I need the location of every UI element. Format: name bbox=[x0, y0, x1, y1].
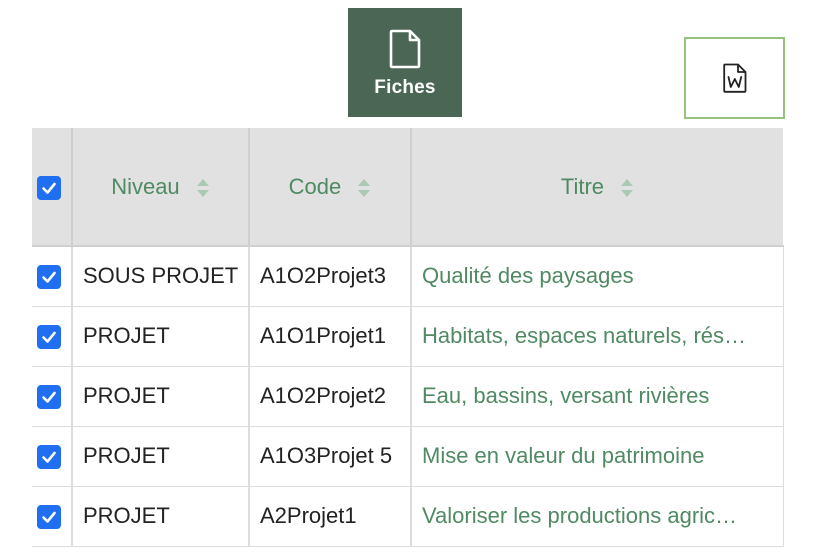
cell-code: A1O2Projet3 bbox=[249, 246, 412, 307]
cell-code: A1O2Projet2 bbox=[249, 366, 412, 427]
cell-niveau: PROJET bbox=[72, 366, 250, 427]
cell-titre-link[interactable]: Eau, bassins, versant rivières bbox=[411, 366, 784, 427]
row-checkbox[interactable] bbox=[37, 265, 61, 290]
row-checkbox[interactable] bbox=[37, 325, 61, 350]
column-header-titre[interactable]: Titre bbox=[411, 128, 783, 247]
row-checkbox[interactable] bbox=[37, 385, 61, 410]
row-select-cell bbox=[32, 306, 73, 367]
column-header-niveau[interactable]: Niveau bbox=[72, 128, 250, 247]
word-export-button[interactable] bbox=[684, 37, 785, 119]
column-header-code[interactable]: Code bbox=[249, 128, 412, 247]
column-header-code-label: Code bbox=[288, 173, 342, 199]
table-row[interactable]: PROJET A1O1Projet1 Habitats, espaces nat… bbox=[32, 306, 784, 367]
cell-code: A2Projet1 bbox=[249, 486, 412, 547]
cell-niveau: PROJET bbox=[72, 486, 250, 547]
table-row[interactable]: PROJET A1O2Projet2 Eau, bassins, versant… bbox=[32, 366, 784, 427]
fiches-button[interactable]: Fiches bbox=[348, 8, 462, 117]
sort-icon[interactable] bbox=[357, 178, 371, 198]
row-checkbox[interactable] bbox=[37, 445, 61, 470]
cell-titre-link[interactable]: Habitats, espaces naturels, rés… bbox=[411, 306, 784, 367]
sort-icon[interactable] bbox=[196, 178, 210, 198]
table-row[interactable]: PROJET A1O3Projet 5 Mise en valeur du pa… bbox=[32, 426, 784, 487]
checkmark-icon bbox=[42, 451, 56, 463]
checkmark-icon bbox=[42, 182, 56, 194]
column-header-niveau-label: Niveau bbox=[111, 173, 180, 199]
checkmark-icon bbox=[42, 272, 56, 284]
row-select-cell bbox=[32, 426, 73, 487]
document-icon bbox=[389, 29, 421, 68]
projects-table: Niveau Code Titre SOUS PROJET A1O2Projet… bbox=[32, 128, 784, 547]
cell-niveau: PROJET bbox=[72, 306, 250, 367]
cell-titre-link[interactable]: Mise en valeur du patrimoine bbox=[411, 426, 784, 487]
select-all-checkbox[interactable] bbox=[37, 175, 61, 200]
cell-titre-link[interactable]: Qualité des paysages bbox=[411, 246, 784, 307]
table-header-row: Niveau Code Titre bbox=[32, 128, 783, 247]
select-all-cell bbox=[32, 128, 73, 247]
fiches-label: Fiches bbox=[374, 76, 436, 98]
checkmark-icon bbox=[42, 511, 56, 523]
word-document-icon bbox=[722, 63, 746, 93]
checkmark-icon bbox=[42, 331, 56, 343]
column-header-titre-label: Titre bbox=[560, 173, 605, 199]
row-select-cell bbox=[32, 246, 73, 307]
row-checkbox[interactable] bbox=[37, 505, 61, 530]
table-row[interactable]: SOUS PROJET A1O2Projet3 Qualité des pays… bbox=[32, 246, 784, 307]
cell-niveau: PROJET bbox=[72, 426, 250, 487]
table-row[interactable]: PROJET A2Projet1 Valoriser les productio… bbox=[32, 486, 784, 547]
cell-code: A1O3Projet 5 bbox=[249, 426, 412, 487]
row-select-cell bbox=[32, 366, 73, 427]
cell-titre-link[interactable]: Valoriser les productions agric… bbox=[411, 486, 784, 547]
cell-niveau: SOUS PROJET bbox=[72, 246, 250, 307]
sort-icon[interactable] bbox=[620, 178, 634, 198]
cell-code: A1O1Projet1 bbox=[249, 306, 412, 367]
row-select-cell bbox=[32, 486, 73, 547]
checkmark-icon bbox=[42, 391, 56, 403]
